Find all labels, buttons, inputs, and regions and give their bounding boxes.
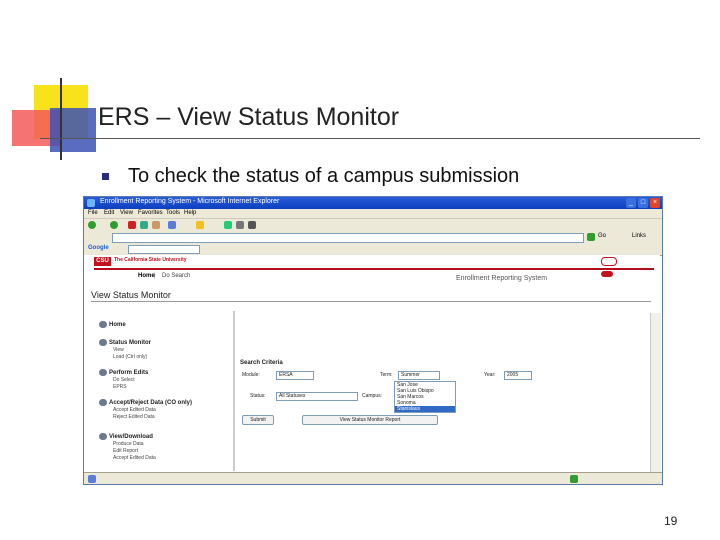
- links-label[interactable]: Links: [632, 233, 646, 239]
- back-icon[interactable]: [88, 221, 96, 229]
- term-select[interactable]: Summer: [398, 371, 440, 380]
- favorites-icon[interactable]: [196, 221, 204, 229]
- status-select[interactable]: All Statuses: [276, 392, 358, 401]
- page-heading: View Status Monitor: [91, 290, 171, 300]
- sidebar-group-label: Accept/Reject Data (CO only): [109, 400, 193, 407]
- campus-option-selected[interactable]: Stanislaus: [395, 406, 455, 412]
- browser-window: Enrollment Reporting System - Microsoft …: [83, 196, 663, 485]
- menu-view[interactable]: View: [120, 210, 133, 216]
- system-title: Enrollment Reporting System: [456, 275, 548, 282]
- minimize-button[interactable]: _: [626, 198, 636, 208]
- mail-icon[interactable]: [236, 221, 244, 229]
- module-select[interactable]: ERSA: [276, 371, 314, 380]
- year-select[interactable]: 2005: [504, 371, 532, 380]
- heading-divider: [91, 301, 651, 302]
- slide-title-underline: [40, 138, 700, 139]
- bullet-text: To check the status of a campus submissi…: [128, 165, 520, 187]
- home-icon[interactable]: [152, 221, 160, 229]
- sidebar-group-label: Home: [109, 322, 126, 329]
- perform-edits-icon: [99, 369, 107, 376]
- slide-page-number: 19: [664, 514, 678, 528]
- sidebar-group-home[interactable]: Home: [99, 321, 126, 328]
- status-bar: [84, 472, 662, 484]
- menu-file[interactable]: File: [88, 210, 98, 216]
- forward-icon[interactable]: [110, 221, 118, 229]
- nav-home-link[interactable]: Home: [138, 273, 155, 279]
- logout-icon[interactable]: [601, 271, 613, 277]
- menu-help[interactable]: Help: [184, 210, 196, 216]
- menu-edit[interactable]: Edit: [104, 210, 114, 216]
- slide-deco-blue-square: [50, 108, 96, 152]
- sidebar-item-load[interactable]: Load (Ctrl only): [113, 354, 147, 360]
- google-logo: Google: [88, 245, 109, 251]
- media-icon[interactable]: [224, 221, 232, 229]
- help-icon[interactable]: [601, 257, 617, 266]
- web-page: CSU The California State University Home…: [84, 255, 661, 484]
- header-red-line: [94, 268, 654, 270]
- view-download-icon: [99, 433, 107, 440]
- university-name: The California State University: [114, 257, 187, 263]
- sidebar-group-perform-edits: Perform Edits: [99, 369, 148, 376]
- search-icon[interactable]: [168, 221, 176, 229]
- sidebar-item-eprs[interactable]: EPRS: [113, 384, 127, 390]
- sidebar-group-status-monitor: Status Monitor: [99, 339, 151, 346]
- term-label: Term:: [380, 372, 393, 378]
- page-done-icon: [88, 475, 96, 483]
- sidebar-item-produce-data[interactable]: Produce Data: [113, 441, 144, 447]
- sidebar-group-label: Status Monitor: [109, 340, 151, 347]
- ie-icon: [87, 199, 95, 207]
- csu-logo: CSU: [94, 257, 111, 266]
- browser-title-bar: Enrollment Reporting System - Microsoft …: [84, 197, 662, 209]
- status-label: Status:: [250, 393, 266, 399]
- print-icon[interactable]: [248, 221, 256, 229]
- slide-title: ERS – View Status Monitor: [98, 103, 400, 131]
- sidebar-item-reject[interactable]: Reject Edited Data: [113, 414, 155, 420]
- campus-listbox[interactable]: San Jose San Luis Obispo San Marcos Sono…: [394, 381, 456, 413]
- address-bar: Go Links: [84, 231, 662, 243]
- bullet-square-icon: [102, 173, 109, 180]
- sidebar-item-edit-report[interactable]: Edit Report: [113, 448, 138, 454]
- search-criteria-title: Search Criteria: [240, 360, 283, 366]
- go-label[interactable]: Go: [598, 233, 606, 239]
- submit-button[interactable]: Submit: [242, 415, 274, 425]
- sidebar-item-accept-edited[interactable]: Accept Edited Data: [113, 455, 156, 461]
- slide-deco-vertical-line: [60, 78, 62, 160]
- nav-separator: |: [154, 273, 156, 279]
- sidebar-group-view-download: View/Download: [99, 433, 153, 440]
- address-input[interactable]: [112, 233, 584, 243]
- standard-toolbar: [84, 218, 662, 232]
- sidebar: Home Status Monitor View Load (Ctrl only…: [95, 311, 235, 471]
- menu-bar: File Edit View Favorites Tools Help: [84, 209, 662, 218]
- sidebar-item-view[interactable]: View: [113, 347, 124, 353]
- campus-label: Campus:: [362, 393, 383, 399]
- stop-icon[interactable]: [128, 221, 136, 229]
- search-criteria-panel: Search Criteria Module: ERSA Term: Summe…: [236, 360, 656, 440]
- security-zone-icon: [570, 475, 578, 483]
- module-label: Module:: [242, 372, 260, 378]
- menu-tools[interactable]: Tools: [166, 210, 180, 216]
- sidebar-item-accept[interactable]: Accept Edited Data: [113, 407, 156, 413]
- close-button[interactable]: ×: [650, 198, 660, 208]
- refresh-icon[interactable]: [140, 221, 148, 229]
- google-search-input[interactable]: [128, 245, 200, 254]
- sidebar-group-label: Perform Edits: [109, 370, 149, 377]
- sidebar-item-do-select[interactable]: Do Select: [113, 377, 135, 383]
- nav-search-link[interactable]: Do Search: [162, 273, 190, 279]
- accept-reject-icon: [99, 399, 107, 406]
- go-icon[interactable]: [587, 233, 595, 241]
- maximize-button[interactable]: □: [638, 198, 648, 208]
- menu-favorites[interactable]: Favorites: [138, 210, 163, 216]
- vertical-scrollbar[interactable]: [650, 313, 661, 484]
- sidebar-group-label: View/Download: [109, 434, 153, 441]
- browser-title: Enrollment Reporting System - Microsoft …: [100, 198, 280, 205]
- year-label: Year:: [484, 372, 496, 378]
- view-status-report-button[interactable]: View Status Monitor Report: [302, 415, 438, 425]
- sidebar-group-accept-reject: Accept/Reject Data (CO only): [99, 399, 192, 406]
- home-nav-icon: [99, 321, 107, 328]
- status-monitor-icon: [99, 339, 107, 346]
